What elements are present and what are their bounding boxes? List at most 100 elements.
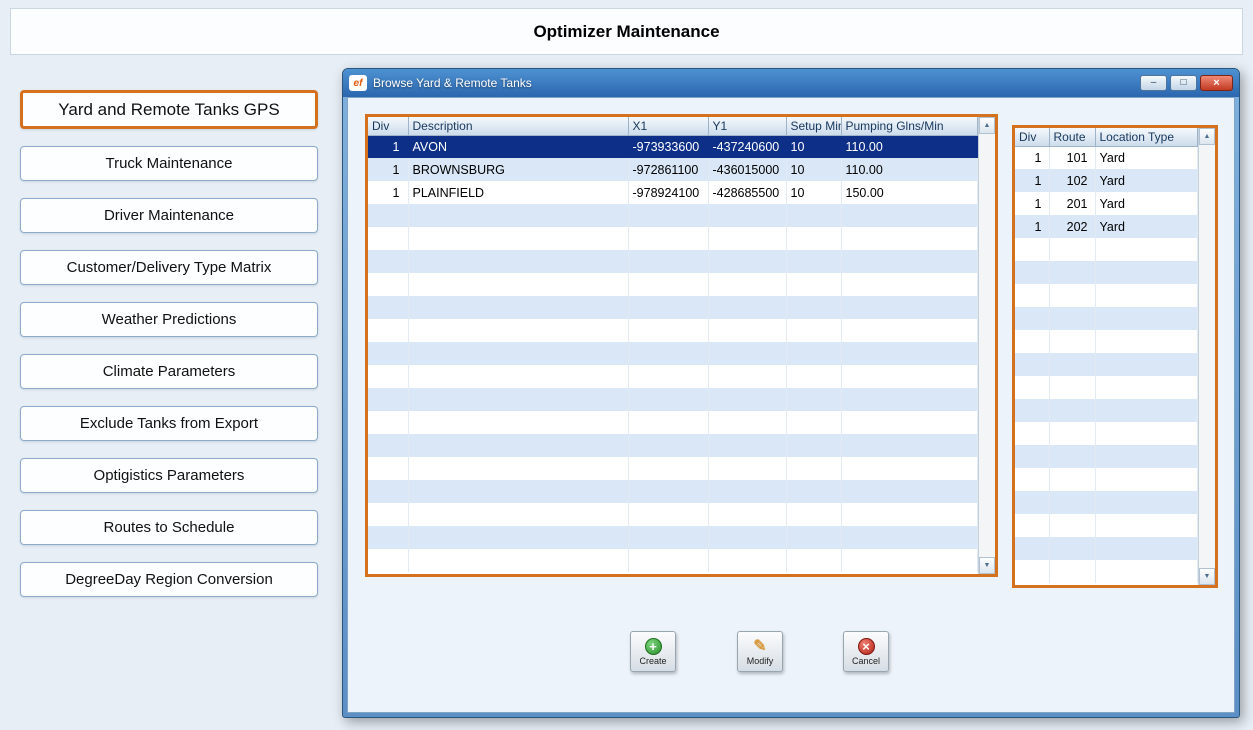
cell xyxy=(841,411,978,434)
empty-row[interactable] xyxy=(1015,330,1198,353)
create-button[interactable]: + Create xyxy=(630,631,676,672)
empty-row[interactable] xyxy=(368,204,978,227)
empty-row[interactable] xyxy=(368,365,978,388)
empty-row[interactable] xyxy=(368,388,978,411)
scrollbar-down-button[interactable]: ▼ xyxy=(1199,568,1215,585)
cell: -973933600 xyxy=(628,135,709,158)
empty-row[interactable] xyxy=(1015,514,1198,537)
cell xyxy=(708,296,787,319)
empty-row[interactable] xyxy=(1015,376,1198,399)
maximize-button[interactable]: □ xyxy=(1170,75,1197,91)
cell xyxy=(1049,238,1096,261)
routes-table-scrollbar[interactable]: ▲ ▼ xyxy=(1198,128,1215,585)
column-header[interactable]: Description xyxy=(408,117,629,136)
modify-button-label: Modify xyxy=(746,655,774,666)
empty-row[interactable] xyxy=(1015,238,1198,261)
sidebar-item-yard-and-remote-tanks-gps[interactable]: Yard and Remote Tanks GPS xyxy=(20,90,318,129)
table-row[interactable]: 1 BROWNSBURG -972861100 -436015000 10 110.00 xyxy=(368,158,978,181)
window-titlebar[interactable]: ef Browse Yard & Remote Tanks – □ × xyxy=(343,69,1239,97)
tanks-table-scrollbar[interactable]: ▲ ▼ xyxy=(978,117,995,574)
cell: 102 xyxy=(1049,169,1096,192)
cell xyxy=(1049,284,1096,307)
cell xyxy=(1049,307,1096,330)
empty-row[interactable] xyxy=(368,296,978,319)
empty-row[interactable] xyxy=(368,319,978,342)
empty-row[interactable] xyxy=(368,434,978,457)
sidebar-item-exclude-tanks-from-export[interactable]: Exclude Tanks from Export xyxy=(20,406,318,441)
cell xyxy=(1049,491,1096,514)
cancel-button[interactable]: × Cancel xyxy=(843,631,889,672)
column-header[interactable]: Div xyxy=(1015,128,1050,147)
sidebar-item-climate-parameters[interactable]: Climate Parameters xyxy=(20,354,318,389)
empty-row[interactable] xyxy=(1015,353,1198,376)
modify-button[interactable]: ✎ Modify xyxy=(737,631,783,672)
table-row[interactable]: 1 102 Yard xyxy=(1015,169,1198,192)
column-header[interactable]: X1 xyxy=(628,117,709,136)
empty-row[interactable] xyxy=(368,549,978,572)
empty-row[interactable] xyxy=(1015,445,1198,468)
cell xyxy=(1015,353,1050,376)
cell xyxy=(786,273,842,296)
scrollbar-up-button[interactable]: ▲ xyxy=(979,117,995,134)
empty-row[interactable] xyxy=(368,480,978,503)
cell xyxy=(628,503,709,526)
empty-row[interactable] xyxy=(368,342,978,365)
empty-row[interactable] xyxy=(1015,261,1198,284)
cell xyxy=(628,204,709,227)
close-button[interactable]: × xyxy=(1200,75,1233,91)
empty-row[interactable] xyxy=(1015,399,1198,422)
sidebar-item-customer-delivery-type-matrix[interactable]: Customer/Delivery Type Matrix xyxy=(20,250,318,285)
table-row[interactable]: 1 AVON -973933600 -437240600 10 110.00 xyxy=(368,135,978,158)
cell xyxy=(841,296,978,319)
sidebar-item-routes-to-schedule[interactable]: Routes to Schedule xyxy=(20,510,318,545)
empty-row[interactable] xyxy=(368,273,978,296)
empty-row[interactable] xyxy=(368,503,978,526)
cell xyxy=(1015,376,1050,399)
table-row[interactable]: 1 201 Yard xyxy=(1015,192,1198,215)
empty-row[interactable] xyxy=(368,227,978,250)
empty-row[interactable] xyxy=(1015,560,1198,583)
cell xyxy=(368,434,409,457)
minimize-button[interactable]: – xyxy=(1140,75,1167,91)
column-header[interactable]: Setup Mins xyxy=(786,117,842,136)
empty-row[interactable] xyxy=(1015,537,1198,560)
column-header[interactable]: Y1 xyxy=(708,117,787,136)
cell xyxy=(841,273,978,296)
empty-row[interactable] xyxy=(368,411,978,434)
empty-row[interactable] xyxy=(368,250,978,273)
cell xyxy=(368,388,409,411)
sidebar-item-weather-predictions[interactable]: Weather Predictions xyxy=(20,302,318,337)
scrollbar-down-button[interactable]: ▼ xyxy=(979,557,995,574)
cell xyxy=(1015,514,1050,537)
column-header[interactable]: Location Type xyxy=(1095,128,1198,147)
cell xyxy=(628,388,709,411)
sidebar-item-truck-maintenance[interactable]: Truck Maintenance xyxy=(20,146,318,181)
cell xyxy=(1095,238,1198,261)
cell xyxy=(368,250,409,273)
cell: 10 xyxy=(786,135,842,158)
empty-row[interactable] xyxy=(1015,422,1198,445)
cell xyxy=(1049,445,1096,468)
cell xyxy=(1049,353,1096,376)
cell xyxy=(708,388,787,411)
cell xyxy=(368,342,409,365)
routes-table-header-row: Div Route Location Type xyxy=(1015,128,1198,147)
sidebar-item-optigistics-parameters[interactable]: Optigistics Parameters xyxy=(20,458,318,493)
sidebar-item-degreeday-region-conversion[interactable]: DegreeDay Region Conversion xyxy=(20,562,318,597)
column-header[interactable]: Pumping Glns/Min xyxy=(841,117,978,136)
table-row[interactable]: 1 202 Yard xyxy=(1015,215,1198,238)
empty-row[interactable] xyxy=(1015,468,1198,491)
empty-row[interactable] xyxy=(1015,307,1198,330)
empty-row[interactable] xyxy=(1015,284,1198,307)
empty-row[interactable] xyxy=(1015,491,1198,514)
empty-row[interactable] xyxy=(368,457,978,480)
empty-row[interactable] xyxy=(368,526,978,549)
scrollbar-up-button[interactable]: ▲ xyxy=(1199,128,1215,145)
cell xyxy=(1049,514,1096,537)
sidebar-item-driver-maintenance[interactable]: Driver Maintenance xyxy=(20,198,318,233)
table-row[interactable]: 1 PLAINFIELD -978924100 -428685500 10 150.00 xyxy=(368,181,978,204)
plus-icon: + xyxy=(644,637,662,655)
table-row[interactable]: 1 101 Yard xyxy=(1015,146,1198,169)
column-header[interactable]: Route xyxy=(1049,128,1096,147)
column-header[interactable]: Div xyxy=(368,117,409,136)
